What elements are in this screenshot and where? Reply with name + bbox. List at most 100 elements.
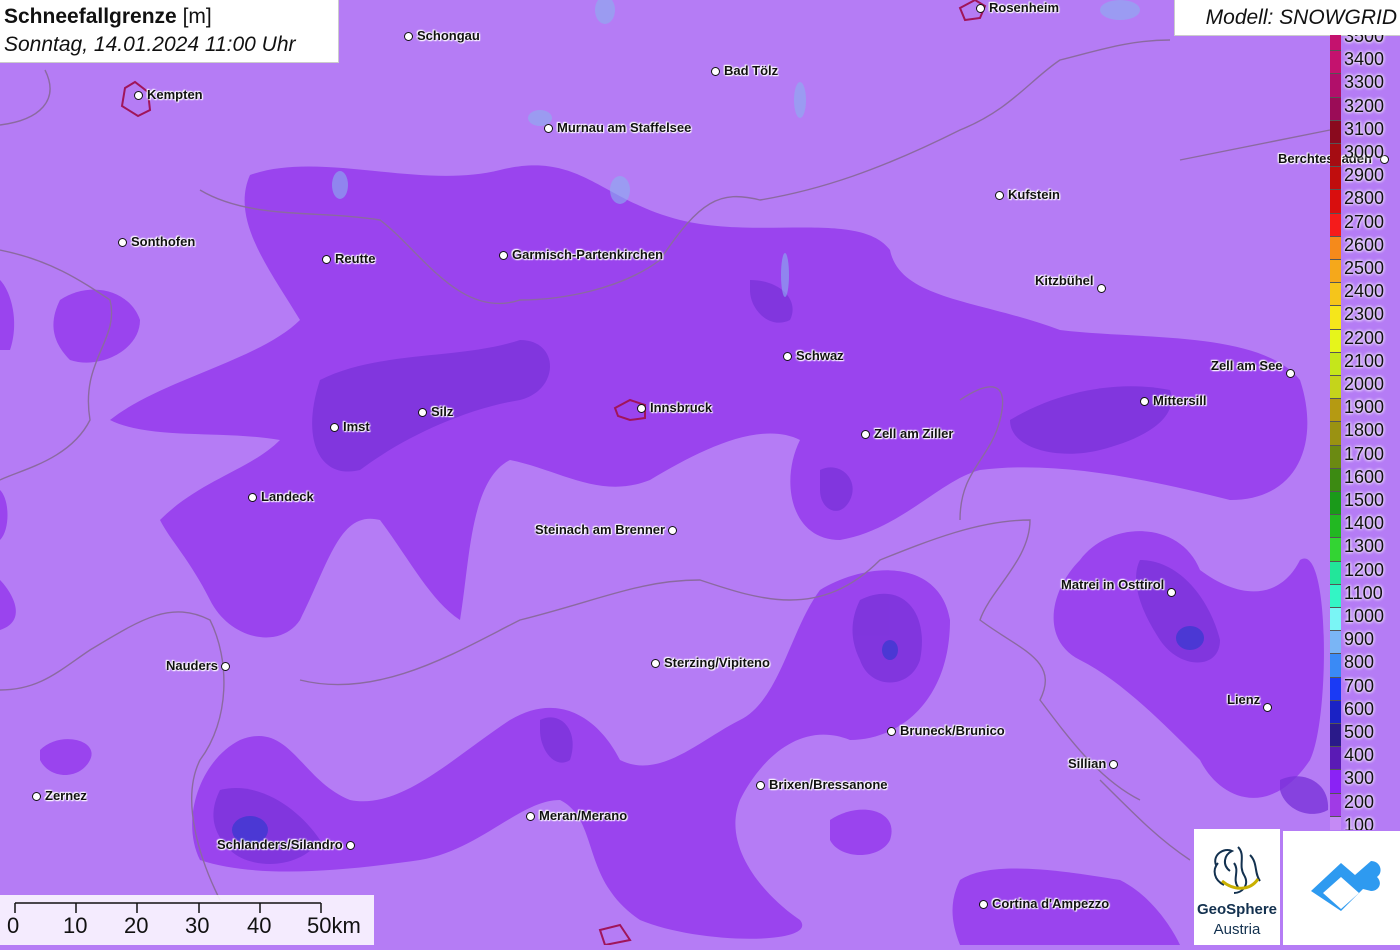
legend-label: 2900 <box>1344 165 1385 186</box>
legend-row: 1800 <box>1328 421 1400 446</box>
color-legend: 3500 3400 3300 3200 3100 3000 2900 2800 2700 2600… <box>1328 35 1400 830</box>
city-label[interactable]: Sterzing/Vipiteno <box>664 655 770 670</box>
legend-row: 800 <box>1328 652 1400 678</box>
city-dot[interactable] <box>1167 588 1176 597</box>
city-label[interactable]: Bruneck/Brunico <box>900 723 1005 738</box>
city-dot[interactable] <box>861 430 870 439</box>
city-dot[interactable] <box>995 191 1004 200</box>
city-label[interactable]: Schongau <box>417 28 480 43</box>
city-label[interactable]: Kempten <box>147 87 203 102</box>
geosphere-emblem-icon <box>1213 846 1261 894</box>
city-label[interactable]: Innsbruck <box>650 400 712 415</box>
legend-label: 1100 <box>1344 582 1383 603</box>
city-label[interactable]: Brixen/Bressanone <box>769 777 888 792</box>
city-label[interactable]: Bad Tölz <box>724 63 778 78</box>
city-dot[interactable] <box>783 352 792 361</box>
title-box: Schneefallgrenze [m] Sonntag, 14.01.2024… <box>0 0 339 63</box>
legend-row: 2000 <box>1328 375 1400 400</box>
legend-swatch <box>1330 699 1341 724</box>
city-label[interactable]: Cortina d'Ampezzo <box>992 896 1109 911</box>
city-label[interactable]: Sillian <box>1068 756 1106 771</box>
legend-row: 2700 <box>1328 212 1400 237</box>
city-label[interactable]: Steinach am Brenner <box>535 522 665 537</box>
city-dot[interactable] <box>418 408 427 417</box>
city-dot[interactable] <box>346 841 355 850</box>
legend-label: 1500 <box>1344 490 1385 510</box>
legend-swatch <box>1330 630 1341 655</box>
geosphere-logo[interactable]: GeoSphere Austria <box>1194 829 1280 945</box>
city-label[interactable]: Lienz <box>1227 692 1260 707</box>
city-dot[interactable] <box>221 662 230 671</box>
legend-row: 1500 <box>1328 490 1400 516</box>
city-dot[interactable] <box>1097 284 1106 293</box>
legend-row: 500 <box>1328 723 1400 748</box>
city-dot[interactable] <box>118 238 127 247</box>
city-dot[interactable] <box>887 727 896 736</box>
legend-swatch <box>1330 119 1341 144</box>
legend-row: 300 <box>1328 769 1400 794</box>
city-dot[interactable] <box>668 526 677 535</box>
legend-row: 2400 <box>1328 282 1400 307</box>
legend-swatch <box>1330 769 1341 794</box>
city-dot[interactable] <box>637 404 646 413</box>
city-label[interactable]: Imst <box>343 419 370 434</box>
city-label[interactable]: Garmisch-Partenkirchen <box>512 247 663 262</box>
legend-label: 3100 <box>1344 118 1385 139</box>
city-dot[interactable] <box>711 67 720 76</box>
scale-bar: 0 10 20 30 40 50km <box>0 895 374 945</box>
city-label[interactable]: Landeck <box>261 489 314 504</box>
city-dot[interactable] <box>1286 369 1295 378</box>
legend-swatch <box>1330 305 1341 330</box>
city-dot[interactable] <box>330 423 339 432</box>
city-dot[interactable] <box>651 659 660 668</box>
city-label[interactable]: Mittersill <box>1153 393 1206 408</box>
city-dot[interactable] <box>979 900 988 909</box>
legend-swatch <box>1330 73 1341 98</box>
city-dot[interactable] <box>248 493 257 502</box>
city-dot[interactable] <box>1140 397 1149 406</box>
legend-swatch <box>1330 189 1341 214</box>
city-label[interactable]: Reutte <box>335 251 375 266</box>
legend-row: 400 <box>1328 745 1400 771</box>
legend-label: 2500 <box>1344 258 1385 278</box>
city-dot[interactable] <box>404 32 413 41</box>
city-dot[interactable] <box>1263 703 1272 712</box>
city-dot[interactable] <box>134 91 143 100</box>
city-label[interactable]: Kitzbühel <box>1035 273 1094 288</box>
city-label[interactable]: Matrei in Osttirol <box>1061 577 1164 592</box>
city-label[interactable]: Schwaz <box>796 348 844 363</box>
legend-row: 2100 <box>1328 351 1400 376</box>
city-label[interactable]: Schlanders/Silandro <box>217 837 343 852</box>
legend-swatch <box>1330 35 1341 52</box>
city-label[interactable]: Meran/Merano <box>539 808 627 823</box>
city-dot[interactable] <box>1109 760 1118 769</box>
city-label[interactable]: Rosenheim <box>989 0 1059 15</box>
city-label[interactable]: Zell am See <box>1211 358 1283 373</box>
city-dot[interactable] <box>499 251 508 260</box>
legend-label: 900 <box>1344 629 1375 650</box>
legend-label: 3400 <box>1344 49 1385 70</box>
legend-swatch <box>1330 421 1341 446</box>
legend-label: 400 <box>1344 745 1375 766</box>
city-dot[interactable] <box>756 781 765 790</box>
city-dot[interactable] <box>976 4 985 13</box>
legend-row: 600 <box>1328 699 1400 724</box>
snowfall-map[interactable] <box>0 0 1400 945</box>
legend-swatch <box>1330 560 1341 585</box>
city-label[interactable]: Nauders <box>166 658 218 673</box>
city-label[interactable]: Murnau am Staffelsee <box>557 120 691 135</box>
app-logo[interactable] <box>1283 831 1400 945</box>
city-label[interactable]: Silz <box>431 404 453 419</box>
city-label[interactable]: Kufstein <box>1008 187 1060 202</box>
legend-swatch <box>1330 328 1341 353</box>
city-label[interactable]: Zell am Ziller <box>874 426 953 441</box>
city-dot[interactable] <box>526 812 535 821</box>
legend-swatch <box>1330 746 1341 771</box>
city-dot[interactable] <box>544 124 553 133</box>
city-dot[interactable] <box>322 255 331 264</box>
legend-row: 1700 <box>1328 444 1400 469</box>
legend-label: 800 <box>1344 652 1375 673</box>
city-dot[interactable] <box>32 792 41 801</box>
city-label[interactable]: Zernez <box>45 788 87 803</box>
city-label[interactable]: Sonthofen <box>131 234 195 249</box>
